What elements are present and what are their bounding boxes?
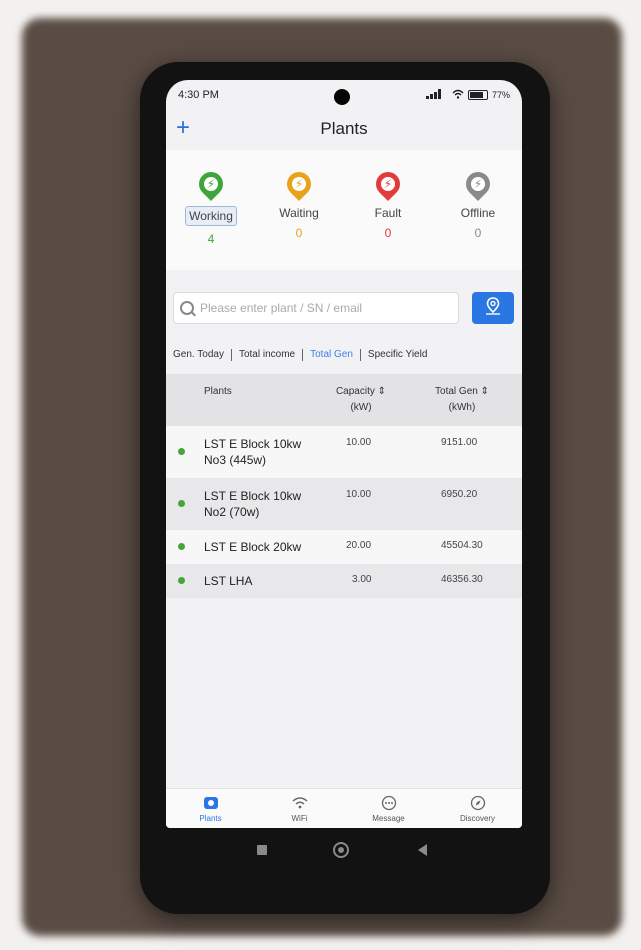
tab-specific-yield[interactable]: Specific Yield [361,349,434,361]
sort-tabs: Gen. Today Total income Total Gen Specif… [166,342,522,368]
status-icons: 77% [425,88,510,102]
tab-discovery-label: Discovery [459,814,496,823]
online-status-dot [178,448,185,455]
online-status-dot [178,577,185,584]
status-count-offline: 0 [474,226,482,240]
tab-plants-label: Plants [199,814,222,823]
fault-pin-icon: ⚡ [371,167,405,201]
recent-apps-button[interactable] [256,843,268,861]
capacity-header-unit: (kW) [350,402,372,413]
back-button[interactable] [416,843,428,862]
plants-header-label: Plants [204,386,232,397]
home-button[interactable] [332,841,350,864]
online-status-dot [178,543,185,550]
plant-total-gen: 6950.20 [441,489,478,500]
compass-icon [433,794,522,812]
system-navigation-bar [166,835,522,865]
plant-name: LST E Block 20kw [204,540,302,554]
total-gen-header-unit: (kWh) [448,402,476,413]
total-gen-header-label: Total Gen ⇕ [435,386,489,397]
plant-capacity: 10.00 [346,489,372,500]
plant-total-gen: 46356.30 [441,574,483,585]
add-plant-button[interactable]: + [176,113,190,143]
column-header-capacity[interactable]: Capacity ⇕ (kW) [326,384,396,416]
column-header-total-gen[interactable]: Total Gen ⇕ (kWh) [422,384,502,416]
offline-pin-icon: ⚡ [461,167,495,201]
plants-icon [166,794,255,812]
tab-message-label: Message [372,814,405,823]
search-input[interactable] [198,300,442,316]
plant-capacity: 3.00 [352,574,372,585]
plant-name: LST E Block 10kw No3 (445w) [204,437,302,467]
battery-percent: 77% [491,90,510,100]
signal-icon [425,88,448,102]
plant-table: LST E Block 10kw No3 (445w) 10.00 9151.0… [166,426,522,598]
status-count-waiting: 0 [295,226,303,240]
table-header: Plants Capacity ⇕ (kW) Total Gen ⇕ (kWh) [166,374,522,426]
tab-wifi[interactable]: WiFi [255,789,344,828]
plant-total-gen: 9151.00 [441,437,478,448]
table-row[interactable]: LST E Block 10kw No3 (445w) 10.00 9151.0… [166,426,522,478]
status-offline[interactable]: ⚡ Offline 0 [438,167,518,240]
wifi-icon [255,794,344,812]
status-label-waiting: Waiting [279,206,319,220]
tab-discovery[interactable]: Discovery [433,789,522,828]
tab-gen-today[interactable]: Gen. Today [166,349,232,361]
plant-name: LST LHA [204,574,253,588]
status-label-offline: Offline [460,206,496,220]
status-label-working: Working [185,206,237,226]
plant-total-gen: 45504.30 [441,540,483,551]
app-screen: 4:30 PM 77% + Plants ⚡ Working 4 ⚡ Waiti… [166,80,522,828]
tab-message[interactable]: Message [344,789,433,828]
bottom-tab-bar: Plants WiFi Message Discovery [166,788,522,828]
map-view-button[interactable] [472,292,514,324]
message-icon [344,794,433,812]
map-pin-icon [483,296,503,321]
waiting-pin-icon: ⚡ [282,167,316,201]
status-fault[interactable]: ⚡ Fault 0 [348,167,428,240]
search-box [173,292,459,324]
status-count-fault: 0 [384,226,392,240]
tab-plants[interactable]: Plants [166,789,255,828]
plant-capacity: 20.00 [346,540,372,551]
battery-icon [467,90,488,100]
plant-status-summary: ⚡ Working 4 ⚡ Waiting 0 ⚡ Fault 0 ⚡ Offl… [166,150,522,270]
tab-wifi-label: WiFi [291,814,308,823]
status-waiting[interactable]: ⚡ Waiting 0 [259,167,339,240]
column-header-plants: Plants [204,384,232,400]
status-count-working: 4 [207,232,215,246]
plant-capacity: 10.00 [346,437,372,448]
plant-name: LST E Block 10kw No2 (70w) [204,489,302,519]
table-row[interactable]: LST LHA 3.00 46356.30 [166,564,522,598]
page-title: Plants [320,119,368,138]
tab-total-gen[interactable]: Total Gen [303,349,361,361]
capacity-header-label: Capacity ⇕ [335,386,387,397]
status-working[interactable]: ⚡ Working 4 [171,167,251,246]
status-label-fault: Fault [374,206,402,220]
wifi-status-icon [452,89,464,102]
front-camera [334,89,350,105]
search-row [166,280,522,336]
table-row[interactable]: LST E Block 10kw No2 (70w) 10.00 6950.20 [166,478,522,530]
tab-total-income[interactable]: Total income [232,349,304,361]
online-status-dot [178,500,185,507]
header-bar: + Plants [166,110,522,148]
working-pin-icon: ⚡ [194,167,228,201]
status-time: 4:30 PM [178,89,219,101]
table-row[interactable]: LST E Block 20kw 20.00 45504.30 [166,530,522,564]
search-icon [180,301,194,315]
